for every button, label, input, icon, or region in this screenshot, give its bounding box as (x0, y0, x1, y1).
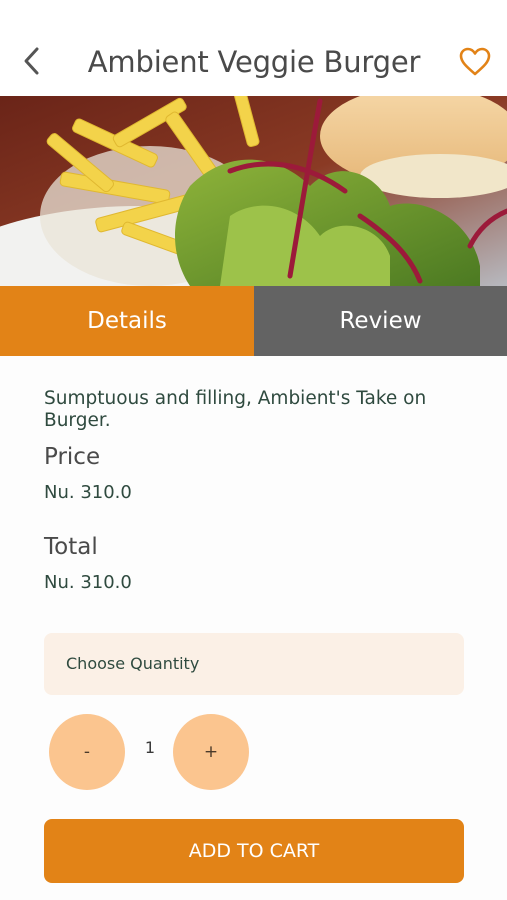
heart-outline-icon (459, 47, 491, 76)
price-label: Price (44, 444, 101, 470)
quantity-selector[interactable]: Choose Quantity (44, 633, 464, 695)
quantity-value: 1 (144, 738, 156, 757)
increment-button[interactable]: + (173, 714, 249, 790)
favorite-button[interactable] (455, 42, 495, 82)
total-value: Nu. 310.0 (44, 572, 132, 593)
back-button[interactable] (14, 40, 50, 82)
tab-details[interactable]: Details (0, 286, 254, 356)
total-label: Total (44, 534, 98, 560)
product-description: Sumptuous and filling, Ambient's Take on… (44, 388, 427, 431)
decrement-button[interactable]: - (49, 714, 125, 790)
quantity-label: Choose Quantity (66, 654, 200, 673)
header: Ambient Veggie Burger (0, 0, 507, 96)
product-detail-screen: Ambient Veggie Burger Details Review Sum… (0, 0, 507, 900)
tab-review[interactable]: Review (254, 286, 507, 356)
price-value: Nu. 310.0 (44, 482, 132, 503)
tab-bar: Details Review (0, 286, 507, 356)
chevron-left-icon (24, 47, 39, 75)
add-to-cart-button[interactable]: ADD TO CART (44, 819, 464, 883)
page-title: Ambient Veggie Burger (87, 45, 421, 79)
product-image (0, 96, 507, 286)
